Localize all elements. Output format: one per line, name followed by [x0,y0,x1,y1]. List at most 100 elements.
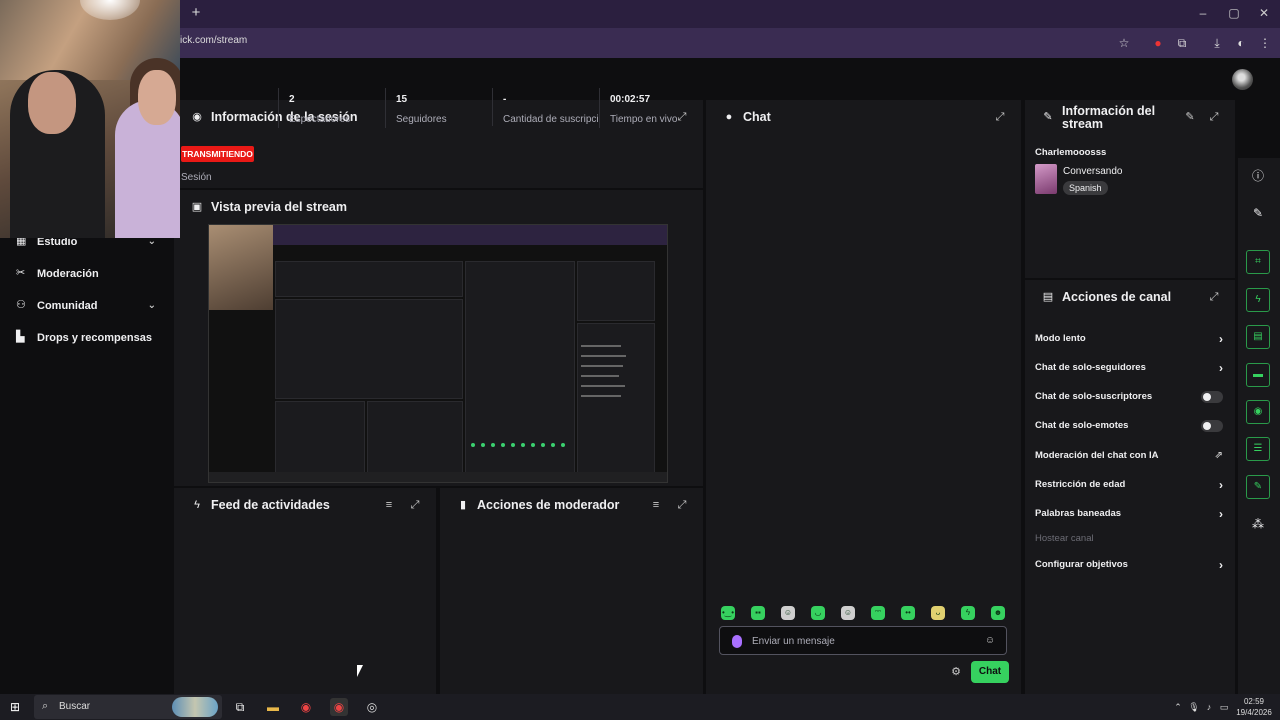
language-tag: Spanish [1063,181,1108,195]
stat-value: 00:02:57 [610,94,651,105]
avatar[interactable] [1232,69,1253,90]
task-view-icon[interactable]: ⧉ [231,698,249,716]
action-label: Chat de solo-seguidores [1035,362,1146,373]
stream-info-title-line2: stream [1062,117,1103,131]
new-tab-button[interactable]: + [188,4,204,22]
chrome-icon[interactable]: ◉ [297,698,315,716]
emotes-only-toggle[interactable] [1201,420,1223,432]
action-ai-moderation[interactable]: Moderación del chat con IA ⇗ [1035,447,1225,465]
file-explorer-icon[interactable]: ▬ [264,698,282,716]
filter-icon[interactable]: ≡ [382,498,396,512]
popout-icon[interactable]: ⤢ [1207,290,1221,304]
mod-actions-title: Acciones de moderador [477,498,620,512]
clock-date: 19/4/2026 [1236,708,1272,717]
bookmark-star-icon[interactable]: ☆ [1116,35,1132,51]
system-clock[interactable]: 02:59 19/4/2026 [1234,696,1274,718]
microphone-tray-icon[interactable]: 🎙 [1188,700,1200,714]
chat-panel-title: Chat [743,110,771,124]
chat-send-button[interactable]: Chat [971,661,1009,683]
stream-preview-video[interactable] [208,224,668,483]
wrench-icon[interactable]: ✎ [1246,475,1270,499]
browser-menu-icon[interactable]: ⋮ [1257,35,1273,51]
activity-panel-title: Feed de actividades [211,498,330,512]
chat-input-box: ☺ [719,626,1007,655]
volume-icon[interactable]: ♪ [1203,700,1215,714]
url-text[interactable]: ick.com/stream [180,35,247,46]
extension-recorder-icon[interactable]: ● [1150,35,1166,51]
emote-icon[interactable]: ☺ [841,606,855,620]
document-icon[interactable]: ▤ [1246,325,1270,349]
preview-panel-video [275,299,463,399]
emote-icon[interactable]: ϟ [961,606,975,620]
quick-actions-rail: ⓘ ✎ ⌗ ϟ ▤ ▬ ◉ ☰ ✎ ⁂ [1238,158,1280,694]
sidebar-item-moderation[interactable]: ✂ Moderación [16,264,166,284]
info-icon[interactable]: ⓘ [1246,164,1270,188]
popout-icon[interactable]: ⤢ [1207,110,1221,124]
shield-icon: ▮ [459,499,467,511]
action-slow-mode[interactable]: Modo lento › [1035,330,1225,348]
profile-icon[interactable]: ◐ [1233,35,1249,51]
action-label: Configurar objetivos [1035,559,1128,570]
microphone-icon[interactable] [732,635,742,648]
emote-icon[interactable]: ☺ [781,606,795,620]
sidebar-item-community[interactable]: ⚇ Comunidad ⌄ [16,296,166,316]
preview-line [581,355,626,357]
emote-icon[interactable]: •• [901,606,915,620]
popout-icon[interactable]: ⤢ [675,498,689,512]
chat-message-input[interactable] [752,633,972,649]
preview-panel-info [577,261,655,321]
preview-emote [551,443,555,447]
external-link-icon: ⇗ [1214,450,1223,461]
emote-icon[interactable]: ᵔᵔ [871,606,885,620]
action-configure-goals[interactable]: Configurar objetivos › [1035,556,1225,574]
stat-followers: 15 Seguidores [385,88,491,128]
minimize-button[interactable]: – [1193,4,1213,22]
maximize-button[interactable]: ▢ [1224,4,1244,22]
preview-panel-session [275,261,463,297]
taskbar-search[interactable]: ⌕ Buscar [34,695,222,719]
download-icon[interactable]: ⤓ [1209,35,1225,51]
video-icon: ▣ [191,201,203,213]
edit-pencil-icon[interactable]: ✎ [1246,201,1270,225]
edit-pencil-icon[interactable]: ✎ [1183,110,1197,124]
action-banned-words[interactable]: Palabras baneadas › [1035,505,1225,523]
action-followers-only[interactable]: Chat de solo-seguidores › [1035,359,1225,377]
extensions-puzzle-icon[interactable]: ⧉ [1174,35,1190,51]
emote-icon[interactable]: ◡ [811,606,825,620]
list-icon[interactable]: ☰ [1246,437,1270,461]
subs-only-toggle[interactable] [1201,391,1223,403]
emoji-picker-icon[interactable]: ☺ [984,635,996,647]
clip-icon[interactable]: ⌗ [1246,250,1270,274]
action-age-restriction[interactable]: Restricción de edad › [1035,476,1225,494]
chat-bubble-icon[interactable]: ▬ [1246,363,1270,387]
category-name[interactable]: Conversando [1063,166,1122,177]
category-thumbnail [1035,164,1057,194]
action-label: Chat de solo-suscriptores [1035,391,1153,402]
chrome-active-icon[interactable]: ◉ [330,698,348,716]
lightning-icon[interactable]: ϟ [1246,288,1270,312]
preview-taskbar [209,472,667,482]
add-action-icon[interactable]: ⁂ [1246,512,1270,536]
windows-start-icon[interactable]: ⊞ [8,700,22,714]
taskbar-search-label: Buscar [59,701,91,712]
obs-icon[interactable]: ◎ [363,698,381,716]
emote-icon[interactable]: •‿• [721,606,735,620]
close-button[interactable]: ✕ [1254,4,1274,22]
emote-icon[interactable]: ▪▪ [751,606,765,620]
popout-icon[interactable]: ⤢ [408,498,422,512]
tray-chevron-icon[interactable]: ⌃ [1172,700,1184,714]
preview-emote [491,443,495,447]
broadcast-icon: ◉ [192,111,202,123]
gear-icon[interactable]: ⚙ [949,665,963,679]
emote-icon[interactable]: ☻ [991,606,1005,620]
action-host-channel: Hostear canal [1035,530,1225,548]
chevron-down-icon: ⌄ [147,300,156,311]
sidebar-item-drops[interactable]: ▙ Drops y recompensas [16,328,166,348]
filter-icon[interactable]: ≡ [649,498,663,512]
action-label: Modo lento [1035,333,1086,344]
popout-icon[interactable]: ⤢ [993,110,1007,124]
browser-address-bar: ick.com/stream ☆ ● ⧉ ⤓ ◐ ⋮ [0,28,1280,58]
emote-icon[interactable]: ᴗ [931,606,945,620]
broadcast-icon[interactable]: ◉ [1246,400,1270,424]
network-icon[interactable]: ▭ [1218,700,1230,714]
